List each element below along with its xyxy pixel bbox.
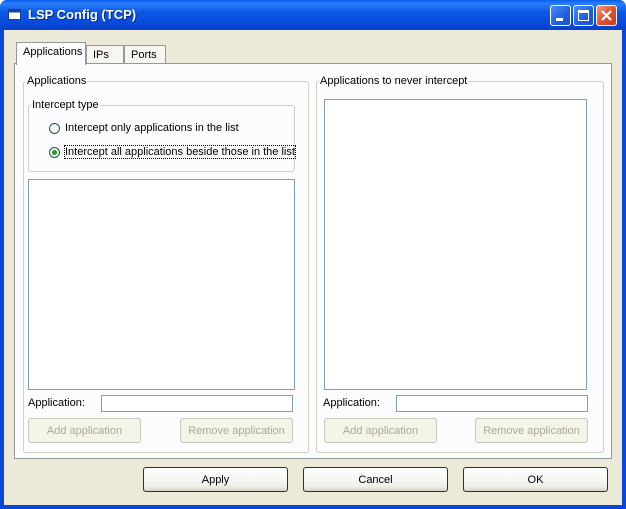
radio-label: Intercept only applications in the list <box>65 122 239 134</box>
application-input[interactable] <box>396 395 588 412</box>
dialog-client-area: Applications IPs Ports Applications Inte… <box>4 30 622 505</box>
remove-application-button[interactable]: Remove application <box>180 418 293 443</box>
radio-button[interactable] <box>49 123 60 134</box>
applications-group: Applications Intercept type Intercept on… <box>23 75 309 453</box>
tab-panel: Applications Intercept type Intercept on… <box>14 63 612 459</box>
never-intercept-group-title: Applications to never intercept <box>319 75 469 87</box>
ok-button[interactable]: OK <box>463 467 608 492</box>
intercept-type-title: Intercept type <box>31 99 100 111</box>
applications-group-title: Applications <box>26 75 88 87</box>
tab-label: Ports <box>131 49 157 61</box>
minimize-icon <box>556 18 563 21</box>
applications-list[interactable] <box>28 179 295 390</box>
radio-label: Intercept all applications beside those … <box>64 145 296 159</box>
application-label: Application: <box>323 397 380 409</box>
remove-application-button[interactable]: Remove application <box>475 418 588 443</box>
tab-ports[interactable]: Ports <box>124 45 166 64</box>
tab-label: IPs <box>93 49 109 61</box>
app-window-icon <box>8 9 21 20</box>
tab-ips[interactable]: IPs <box>86 45 124 64</box>
maximize-icon <box>578 10 589 21</box>
never-intercept-list[interactable] <box>324 99 587 390</box>
radio-button-checked[interactable] <box>49 147 60 158</box>
application-label: Application: <box>28 397 85 409</box>
dialog-window: LSP Config (TCP) Applications IPs Ports <box>0 0 626 509</box>
cancel-button[interactable]: Cancel <box>303 467 448 492</box>
window-title: LSP Config (TCP) <box>28 7 137 22</box>
application-input[interactable] <box>101 395 293 412</box>
add-application-button[interactable]: Add application <box>324 418 437 443</box>
title-bar[interactable]: LSP Config (TCP) <box>0 0 626 30</box>
minimize-button[interactable] <box>550 5 571 26</box>
never-intercept-group: Applications to never intercept Applicat… <box>316 75 604 453</box>
close-icon <box>601 10 612 21</box>
tab-label: Applications <box>23 46 83 58</box>
maximize-button[interactable] <box>573 5 594 26</box>
tab-applications[interactable]: Applications <box>16 42 86 65</box>
add-application-button[interactable]: Add application <box>28 418 141 443</box>
close-button[interactable] <box>596 5 617 26</box>
apply-button[interactable]: Apply <box>143 467 288 492</box>
intercept-type-group: Intercept type Intercept only applicatio… <box>28 99 296 172</box>
